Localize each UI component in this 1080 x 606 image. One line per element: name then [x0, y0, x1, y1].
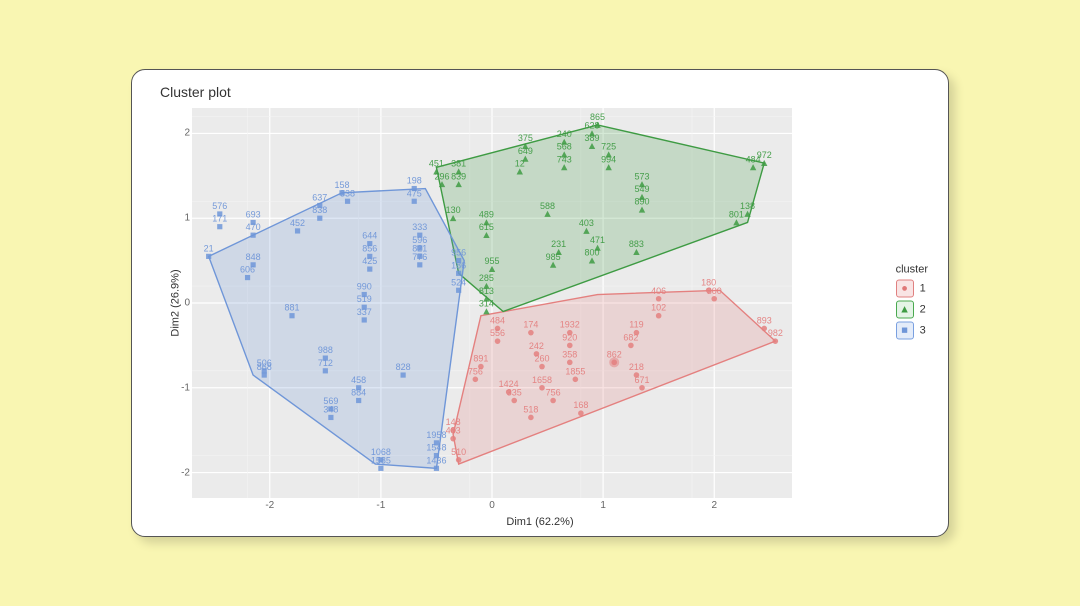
svg-text:955: 955	[484, 256, 499, 266]
svg-text:260: 260	[534, 354, 549, 364]
svg-text:130: 130	[446, 205, 461, 215]
svg-text:510: 510	[451, 447, 466, 457]
svg-text:451: 451	[429, 159, 444, 169]
svg-text:868: 868	[257, 362, 272, 372]
svg-text:883: 883	[629, 239, 644, 249]
svg-text:756: 756	[468, 366, 483, 376]
legend-label-2: 2	[920, 304, 926, 316]
svg-text:573: 573	[634, 171, 649, 181]
svg-text:519: 519	[357, 294, 372, 304]
svg-text:693: 693	[246, 209, 261, 219]
svg-text:475: 475	[407, 188, 422, 198]
svg-text:1658: 1658	[532, 375, 552, 385]
svg-text:285: 285	[479, 273, 494, 283]
svg-text:588: 588	[540, 201, 555, 211]
svg-text:452: 452	[290, 218, 305, 228]
svg-text:403: 403	[579, 218, 594, 228]
svg-text:881: 881	[284, 303, 299, 313]
legend-swatch-3: ■	[896, 322, 914, 340]
svg-text:1585: 1585	[371, 455, 391, 465]
svg-text:471: 471	[590, 235, 605, 245]
svg-text:956: 956	[451, 248, 466, 258]
x-axis-ticks: -2-1012	[192, 500, 792, 514]
svg-text:358: 358	[562, 349, 577, 359]
svg-text:865: 865	[590, 112, 605, 122]
svg-text:884: 884	[351, 388, 366, 398]
svg-text:348: 348	[323, 404, 338, 414]
svg-text:242: 242	[529, 341, 544, 351]
svg-text:425: 425	[362, 256, 377, 266]
svg-text:338: 338	[340, 188, 355, 198]
svg-text:333: 333	[412, 222, 427, 232]
svg-text:174: 174	[523, 320, 538, 330]
svg-text:828: 828	[396, 362, 411, 372]
svg-text:1958: 1958	[426, 430, 446, 440]
svg-text:972: 972	[757, 150, 772, 160]
svg-text:483: 483	[446, 426, 461, 436]
svg-text:518: 518	[523, 404, 538, 414]
svg-text:138: 138	[740, 201, 755, 211]
svg-text:988: 988	[318, 345, 333, 355]
legend-title: cluster	[896, 264, 928, 276]
svg-text:119: 119	[629, 320, 643, 330]
svg-text:990: 990	[357, 282, 372, 292]
svg-text:556: 556	[490, 328, 505, 338]
svg-text:671: 671	[634, 375, 649, 385]
legend-label-3: 3	[920, 325, 926, 337]
svg-text:102: 102	[651, 303, 666, 313]
svg-text:776: 776	[412, 252, 427, 262]
plot-area: 4845568917561484835101424335518174242260…	[192, 108, 792, 498]
svg-text:240: 240	[557, 129, 572, 139]
legend-swatch-2: ▲	[896, 301, 914, 319]
svg-text:231: 231	[551, 239, 566, 249]
legend: cluster ● 1 ▲ 2 ■ 3	[896, 264, 928, 343]
svg-text:893: 893	[757, 315, 772, 325]
svg-text:1548: 1548	[426, 443, 446, 453]
svg-text:168: 168	[573, 400, 588, 410]
svg-text:576: 576	[212, 201, 227, 211]
svg-text:920: 920	[562, 332, 577, 342]
svg-text:743: 743	[557, 154, 572, 164]
svg-text:218: 218	[629, 362, 644, 372]
y-axis-ticks: -2-1012	[172, 108, 190, 498]
svg-text:300: 300	[707, 286, 722, 296]
chart-title: Cluster plot	[160, 84, 231, 100]
svg-text:644: 644	[362, 231, 377, 241]
svg-text:375: 375	[518, 133, 533, 143]
svg-text:381: 381	[451, 159, 466, 169]
svg-text:484: 484	[490, 315, 505, 325]
svg-text:489: 489	[479, 209, 494, 219]
svg-text:891: 891	[473, 354, 488, 364]
chart-card: Cluster plot Dim2 (26.9%) Dim1 (62.2%) -…	[131, 69, 949, 537]
legend-swatch-1: ●	[896, 280, 914, 298]
svg-text:524: 524	[451, 277, 466, 287]
legend-item-1: ● 1	[896, 280, 928, 298]
svg-text:186: 186	[451, 260, 466, 270]
svg-text:1436: 1436	[426, 455, 446, 465]
legend-item-2: ▲ 2	[896, 301, 928, 319]
legend-item-3: ■ 3	[896, 322, 928, 340]
svg-text:337: 337	[357, 307, 372, 317]
svg-text:712: 712	[318, 358, 333, 368]
svg-text:1932: 1932	[560, 320, 580, 330]
svg-text:637: 637	[312, 193, 327, 203]
svg-text:21: 21	[204, 243, 214, 253]
svg-text:890: 890	[634, 197, 649, 207]
svg-text:756: 756	[546, 388, 561, 398]
svg-text:458: 458	[351, 375, 366, 385]
svg-text:406: 406	[651, 286, 666, 296]
svg-text:198: 198	[407, 176, 422, 186]
svg-text:335: 335	[507, 388, 522, 398]
x-axis-label: Dim1 (62.2%)	[506, 516, 573, 528]
svg-text:848: 848	[246, 252, 261, 262]
svg-text:982: 982	[768, 328, 783, 338]
legend-label-1: 1	[920, 283, 926, 295]
svg-text:725: 725	[601, 142, 616, 152]
svg-text:1855: 1855	[565, 366, 585, 376]
